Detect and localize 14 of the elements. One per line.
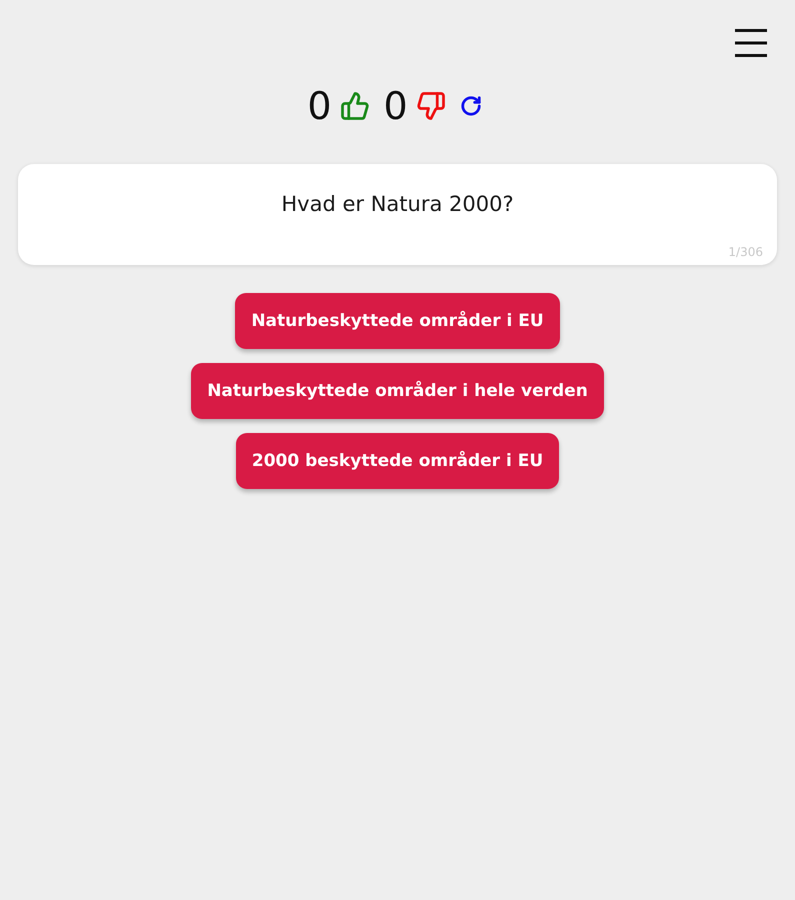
answer-button[interactable]: Naturbeskyttede områder i EU (235, 293, 560, 349)
menu-button[interactable] (734, 26, 768, 60)
thumbs-down-button[interactable] (416, 91, 446, 121)
answer-button[interactable]: Naturbeskyttede områder i hele verden (191, 363, 604, 419)
answer-button[interactable]: 2000 beskyttede områder i EU (236, 433, 560, 489)
refresh-button[interactable] (460, 95, 482, 117)
thumbs-down-icon (416, 91, 446, 121)
thumbs-up-button[interactable] (340, 91, 370, 121)
menu-icon (734, 26, 768, 60)
correct-count: 0 (307, 87, 332, 125)
question-text: Hvad er Natura 2000? (280, 191, 515, 218)
thumbs-up-icon (340, 91, 370, 121)
refresh-icon (460, 95, 482, 117)
wrong-count: 0 (384, 87, 408, 125)
